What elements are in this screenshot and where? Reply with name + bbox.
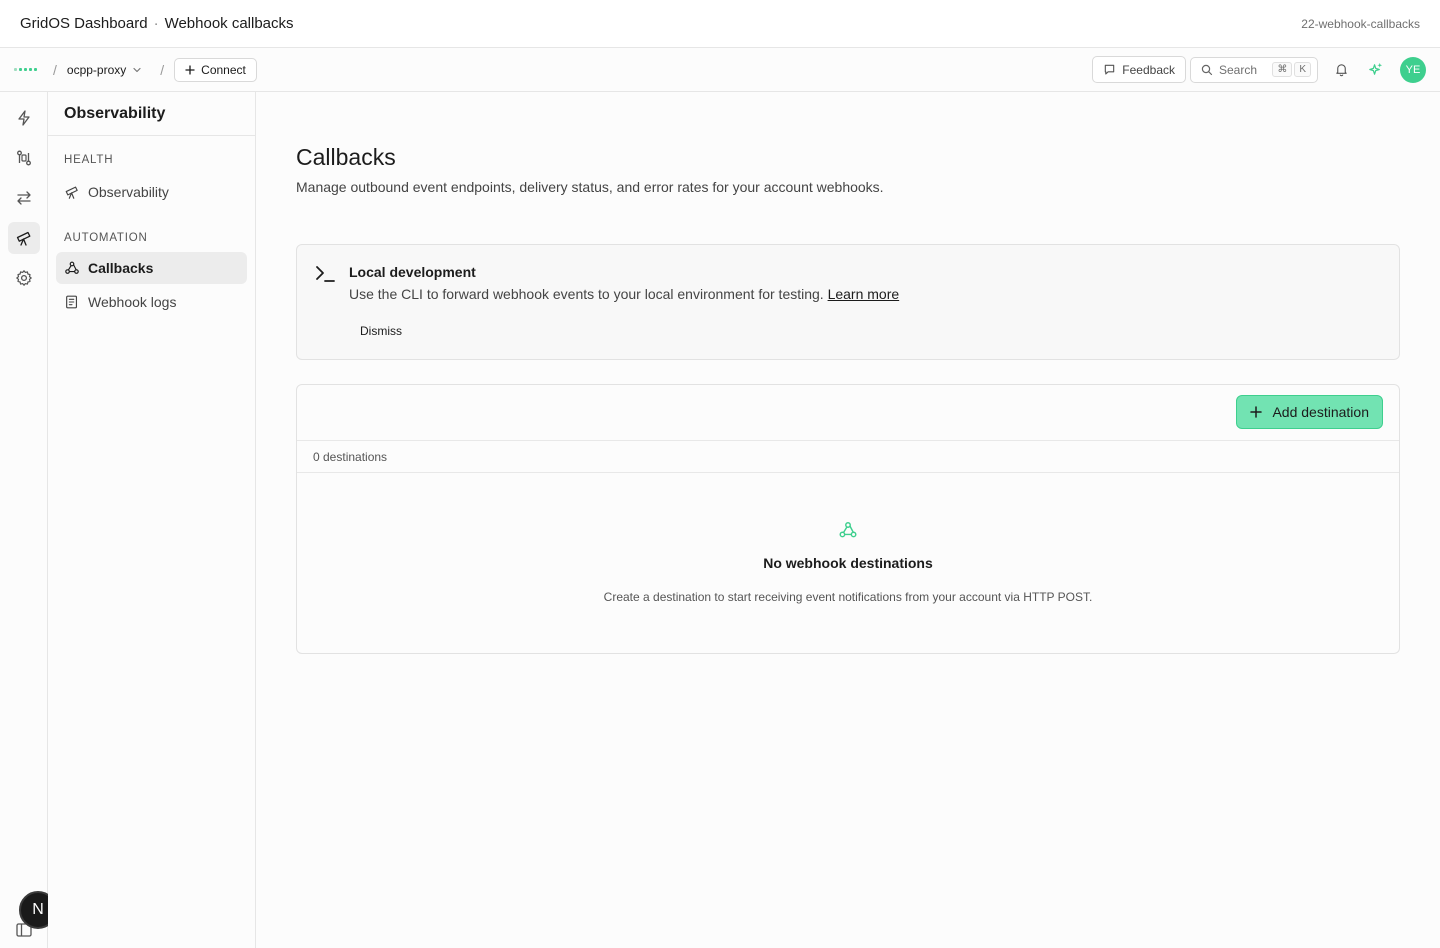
notifications-button[interactable] [1326,55,1356,85]
telescope-icon [15,229,33,247]
learn-more-link[interactable]: Learn more [828,286,900,302]
callout-text: Use the CLI to forward webhook events to… [349,286,824,302]
main-content: Callbacks Manage outbound event endpoint… [256,92,1440,948]
add-destination-button[interactable]: Add destination [1236,395,1383,429]
top-navigation: / ocpp-proxy / Connect Feedback Search ⌘… [0,48,1440,92]
chevron-down-icon [132,65,142,75]
section-health: HEALTH [64,154,114,166]
sidebar-item-webhook-logs[interactable]: Webhook logs [56,286,247,318]
local-development-callout: Local development Use the CLI to forward… [296,244,1400,360]
route-icon [15,149,33,167]
rail-item-observability[interactable] [8,222,40,254]
window-title: GridOS Dashboard · Webhook callbacks [20,15,294,32]
bell-icon [1334,62,1349,77]
add-destination-label: Add destination [1272,404,1369,420]
rail-item-settings[interactable] [8,262,40,294]
icon-rail: N [0,92,57,948]
window-title-bar: GridOS Dashboard · Webhook callbacks 22-… [0,0,1440,48]
route-slug: 22-webhook-callbacks [1301,16,1420,31]
gear-icon [15,269,33,287]
rail-item-routes[interactable] [8,142,40,174]
sidebar-item-label: Observability [88,184,169,200]
product-sidebar: Observability HEALTH Observability AUTOM… [48,92,256,948]
message-icon [1103,63,1116,76]
search-shortcut: ⌘ K [1272,62,1311,77]
arrows-left-right-icon [15,189,33,207]
telescope-icon [64,184,80,200]
callout-title: Local development [349,264,476,280]
assistant-button[interactable] [1360,55,1390,85]
plus-icon [185,64,195,75]
sidebar-item-label: Callbacks [88,260,154,276]
sidebar-title: Observability [48,92,255,136]
logs-icon [64,294,80,310]
app-title: GridOS Dashboard [20,15,148,32]
feedback-button[interactable]: Feedback [1092,56,1186,83]
page-title: Callbacks [296,144,396,170]
sparkle-icon [1367,61,1384,78]
search-button[interactable]: Search ⌘ K [1190,56,1318,83]
title-separator: · [153,15,159,32]
empty-state: No webhook destinations Create a destina… [297,473,1399,653]
search-placeholder: Search [1219,62,1258,77]
sidebar-item-observability[interactable]: Observability [56,176,247,208]
page-title-label: Webhook callbacks [164,15,294,32]
dismiss-button[interactable]: Dismiss [349,319,413,343]
project-selector[interactable]: ocpp-proxy [67,63,142,77]
callout-body: Use the CLI to forward webhook events to… [349,286,899,302]
k-key: K [1294,62,1311,77]
destination-count: 0 destinations [297,441,1399,473]
plus-icon [1250,406,1263,418]
command-key: ⌘ [1272,62,1293,77]
section-automation: AUTOMATION [64,232,148,244]
connect-button[interactable]: Connect [174,57,257,82]
lightning-icon [15,109,33,127]
project-name: ocpp-proxy [66,62,127,77]
empty-state-title: No webhook destinations [763,555,933,571]
brand-logo-icon[interactable] [14,68,37,71]
rail-item-transfers[interactable] [8,182,40,214]
user-avatar[interactable]: YE [1400,56,1426,83]
table-toolbar: Add destination [297,385,1399,441]
terminal-icon [315,265,335,283]
connect-label: Connect [201,62,246,77]
search-icon [1201,64,1213,76]
feedback-label: Feedback [1122,62,1175,77]
breadcrumb-separator: / [160,61,165,78]
webhook-icon [64,260,80,276]
empty-state-description: Create a destination to start receiving … [603,590,1093,604]
rail-item-activity[interactable] [8,102,40,134]
webhook-icon [838,520,858,540]
breadcrumb-separator: / [53,61,57,78]
destinations-table: Add destination 0 destinations No webhoo… [296,384,1400,654]
sidebar-item-label: Webhook logs [88,294,177,310]
page-subtitle: Manage outbound event endpoints, deliver… [296,179,884,195]
sidebar-item-callbacks[interactable]: Callbacks [56,252,247,284]
